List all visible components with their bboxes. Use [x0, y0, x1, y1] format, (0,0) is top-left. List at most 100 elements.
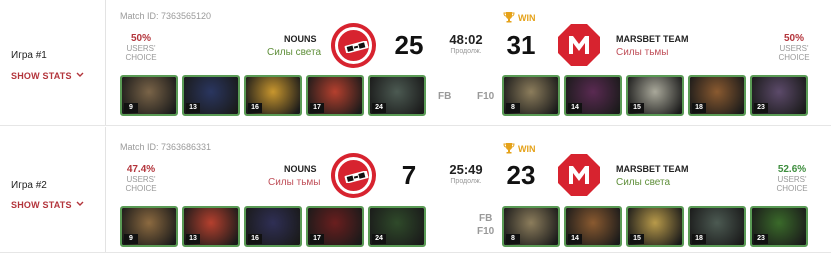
match-duration: 48:02	[449, 32, 483, 47]
hero-level: 17	[310, 103, 324, 113]
hero-portrait[interactable]: 16	[244, 75, 302, 116]
hero-portrait[interactable]: 16	[244, 206, 302, 247]
hero-portrait[interactable]: 14	[564, 206, 622, 247]
hero-portrait[interactable]: 18	[688, 75, 746, 116]
hero-level: 23	[754, 103, 768, 113]
hero-portrait[interactable]: 8	[502, 75, 560, 116]
hero-portrait[interactable]: 23	[750, 75, 808, 116]
right-choice-percent: 50%	[783, 33, 804, 44]
right-flag-f10: F10	[477, 91, 495, 102]
team-right-side: Силы тьмы	[616, 47, 669, 58]
left-choice-percent: 47.4%	[126, 164, 156, 175]
hero-portrait[interactable]: 15	[626, 206, 684, 247]
win-label: WIN	[518, 144, 536, 154]
hero-portrait[interactable]: 13	[182, 75, 240, 116]
nouns-logo	[331, 23, 376, 68]
match-duration: 25:49	[449, 162, 483, 177]
team-right-score: 23	[506, 160, 536, 190]
hero-level: 18	[692, 103, 706, 113]
marsbet-logo	[558, 24, 600, 66]
team-left-side: Силы света	[267, 47, 322, 58]
hero-level: 23	[754, 234, 768, 244]
hero-portrait[interactable]: 17	[306, 75, 364, 116]
hero-level: 9	[124, 234, 138, 244]
right-users-choice: 52.6% USERS' CHOICE	[769, 164, 815, 193]
team-right-name: MARSBET TEAM	[616, 34, 689, 44]
match-id: Match ID: 7363565120	[120, 11, 212, 21]
game-sidebar: Игра #2 SHOW STATS	[0, 127, 106, 252]
hero-portrait[interactable]: 24	[368, 75, 426, 116]
chevron-down-icon	[76, 199, 84, 209]
right-choice-label-2: CHOICE	[778, 53, 810, 62]
win-badge: WIN	[503, 11, 536, 23]
team-left-name: NOUNS	[284, 164, 317, 174]
hero-level: 9	[124, 103, 138, 113]
right-flag-f10: F10	[477, 226, 495, 237]
hero-level: 8	[506, 234, 520, 244]
right-choice-percent: 52.6%	[777, 164, 807, 175]
hero-portrait[interactable]: 24	[368, 206, 426, 247]
hero-level: 16	[248, 234, 262, 244]
hero-portrait[interactable]: 13	[182, 206, 240, 247]
team-right-score: 31	[506, 30, 536, 60]
show-stats-button[interactable]: SHOW STATS	[11, 70, 84, 81]
show-stats-label: SHOW STATS	[11, 71, 72, 81]
game-label: Игра #2	[11, 180, 47, 191]
team-right-name: MARSBET TEAM	[616, 164, 689, 174]
trophy-icon	[503, 142, 515, 154]
show-stats-button[interactable]: SHOW STATS	[11, 199, 84, 210]
right-users-choice: 50% USERS' CHOICE	[771, 33, 817, 62]
team-left-score: 7	[401, 160, 417, 190]
hero-level: 14	[568, 234, 582, 244]
hero-level: 17	[310, 234, 324, 244]
win-label: WIN	[518, 13, 536, 23]
game-label: Игра #1	[11, 50, 47, 61]
left-choice-label-1: USERS'	[126, 175, 156, 184]
hero-level: 14	[568, 103, 582, 113]
team-left-side: Силы тьмы	[268, 177, 321, 188]
hero-level: 24	[372, 103, 386, 113]
team-left-name: NOUNS	[284, 34, 317, 44]
hero-portrait[interactable]: 9	[120, 206, 178, 247]
duration-label: Продолж.	[450, 48, 482, 55]
hero-level: 15	[630, 103, 644, 113]
hero-level: 8	[506, 103, 520, 113]
left-users-choice: 47.4% USERS' CHOICE	[118, 164, 164, 193]
hero-level: 13	[186, 103, 200, 113]
hero-level: 18	[692, 234, 706, 244]
right-choice-label-1: USERS'	[779, 44, 809, 53]
duration-label: Продолж.	[450, 178, 482, 185]
hero-level: 15	[630, 234, 644, 244]
hero-portrait[interactable]: 18	[688, 206, 746, 247]
team-right-side: Силы света	[616, 177, 671, 188]
hero-level: 24	[372, 234, 386, 244]
chevron-down-icon	[76, 70, 84, 80]
nouns-logo	[331, 153, 376, 198]
win-badge: WIN	[503, 142, 536, 154]
right-choice-label-1: USERS'	[777, 175, 807, 184]
team-left-score: 25	[394, 30, 424, 60]
marsbet-logo	[558, 154, 600, 196]
trophy-icon	[503, 11, 515, 23]
game-row-1: Игра #1 SHOW STATS Match ID: 7363565120 …	[0, 0, 831, 126]
right-flag-fb: FB	[479, 213, 493, 224]
hero-portrait[interactable]: 23	[750, 206, 808, 247]
hero-portrait[interactable]: 8	[502, 206, 560, 247]
hero-level: 16	[248, 103, 262, 113]
hero-level: 13	[186, 234, 200, 244]
left-choice-label-2: CHOICE	[125, 184, 157, 193]
game-sidebar: Игра #1 SHOW STATS	[0, 0, 106, 125]
left-users-choice: 50% USERS' CHOICE	[118, 33, 164, 62]
right-choice-label-2: CHOICE	[776, 184, 808, 193]
hero-portrait[interactable]: 14	[564, 75, 622, 116]
match-id: Match ID: 7363686331	[120, 142, 212, 152]
game-row-2: Игра #2 SHOW STATS Match ID: 7363686331 …	[0, 127, 831, 253]
left-choice-label-1: USERS'	[126, 44, 156, 53]
left-flag-fb: FB	[438, 91, 452, 102]
hero-portrait[interactable]: 15	[626, 75, 684, 116]
hero-portrait[interactable]: 17	[306, 206, 364, 247]
show-stats-label: SHOW STATS	[11, 200, 72, 210]
hero-portrait[interactable]: 9	[120, 75, 178, 116]
left-choice-label-2: CHOICE	[125, 53, 157, 62]
left-choice-percent: 50%	[130, 33, 151, 44]
